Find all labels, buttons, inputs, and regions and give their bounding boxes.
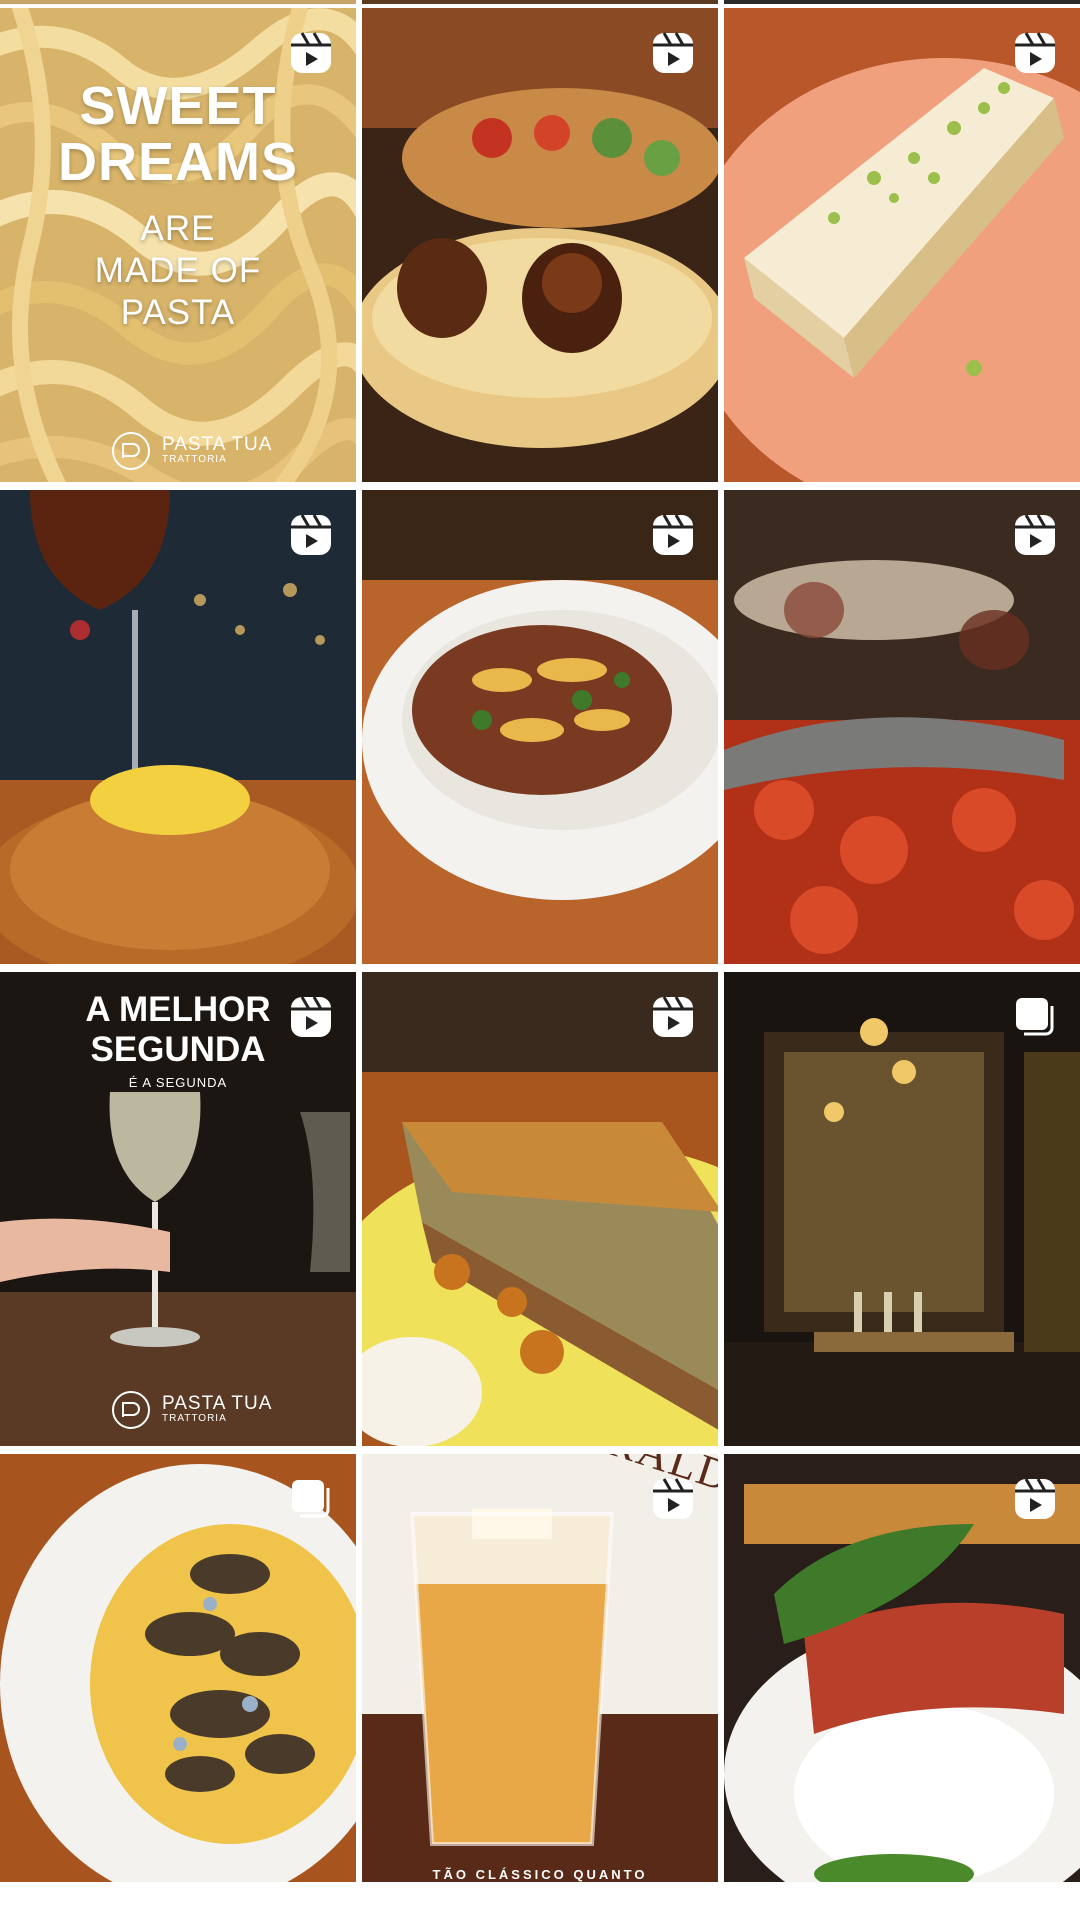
grid-post-12[interactable] [724, 1454, 1080, 1882]
post-thumbnail-bruschetta [362, 8, 718, 482]
brand-mark-icon [112, 1391, 150, 1429]
grid-post-6[interactable] [724, 490, 1080, 964]
grid-post-8[interactable] [362, 972, 718, 1446]
reels-icon [1012, 30, 1058, 76]
carousel-icon [288, 1476, 334, 1522]
reels-icon [1012, 1476, 1058, 1522]
brand-mark-icon [112, 432, 150, 470]
brand-tagline: TRATTORIA [162, 454, 227, 465]
reels-icon [1012, 512, 1058, 558]
post-subtitle: É A SEGUNDA [128, 1075, 228, 1090]
grid-post-2[interactable] [362, 8, 718, 482]
post-caption: TÃO CLÁSSICO QUANTO [432, 1867, 648, 1882]
post-thumbnail-restaurant [724, 972, 1080, 1446]
brand-name: PASTA TUA [162, 1393, 273, 1414]
grid-post-1[interactable]: SWEET DREAMS ARE MADE OF PASTA PASTA TUA… [0, 8, 356, 482]
post-thumbnail-millefeuille [724, 8, 1080, 482]
post-thumbnail-pappardelle [362, 490, 718, 964]
grid-post-9[interactable] [724, 972, 1080, 1446]
post-thumbnail-cheesecake [362, 972, 718, 1446]
reels-icon [288, 994, 334, 1040]
post-title: SWEET DREAMS [57, 76, 298, 192]
reels-icon [288, 30, 334, 76]
reels-icon [650, 1476, 696, 1522]
reels-icon [288, 512, 334, 558]
previous-row-edge [0, 0, 1080, 8]
carousel-icon [1012, 994, 1058, 1040]
reels-icon [650, 30, 696, 76]
posts-grid: SWEET DREAMS ARE MADE OF PASTA PASTA TUA… [0, 8, 1080, 1882]
post-subtitle: ARE MADE OF PASTA [94, 209, 262, 332]
grid-post-7[interactable]: A MELHOR SEGUNDA É A SEGUNDA PASTA TUA T… [0, 972, 356, 1446]
reels-icon [650, 512, 696, 558]
grid-post-3[interactable] [724, 8, 1080, 482]
grid-post-5[interactable] [362, 490, 718, 964]
brand-logo: PASTA TUA TRATTORIA [108, 1387, 272, 1433]
grid-post-10[interactable] [0, 1454, 356, 1882]
brand-logo: PASTA TUA TRATTORIA [108, 428, 272, 474]
grid-post-11[interactable]: FITZGERALD TÃO CLÁSSICO QUANTO [362, 1454, 718, 1882]
brand-name: PASTA TUA [162, 434, 273, 455]
grid-post-4[interactable] [0, 490, 356, 964]
reels-icon [650, 994, 696, 1040]
brand-tagline: TRATTORIA [162, 1413, 227, 1424]
post-thumbnail-arancino [0, 490, 356, 964]
post-thumbnail-sardines [724, 490, 1080, 964]
